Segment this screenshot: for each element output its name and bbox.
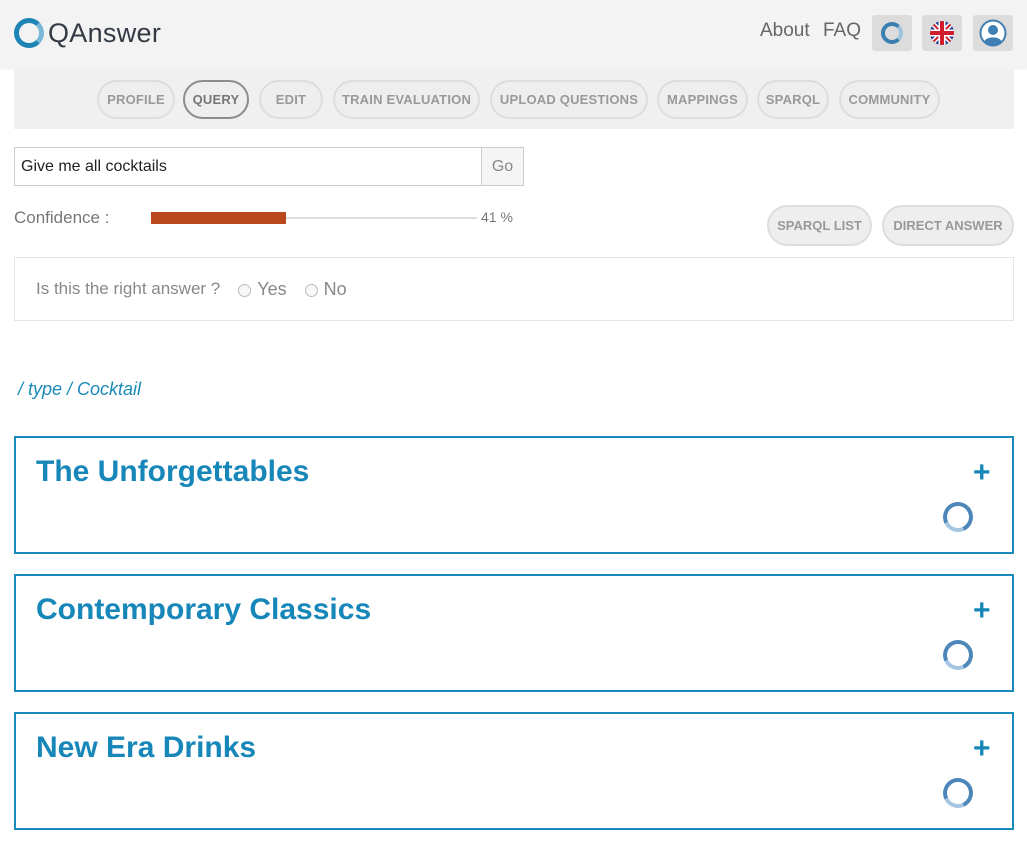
qanswer-logo-icon xyxy=(938,773,978,813)
result-card: Contemporary Classics + xyxy=(14,574,1014,692)
qanswer-logo[interactable]: QAnswer xyxy=(14,17,161,49)
tab-train-evaluation[interactable]: TRAIN EVALUATION xyxy=(333,80,480,119)
nav-about-link[interactable]: About xyxy=(760,20,810,42)
expand-plus-icon[interactable]: + xyxy=(973,458,991,488)
result-card: The Unforgettables + xyxy=(14,436,1014,554)
result-card: New Era Drinks + xyxy=(14,712,1014,830)
tab-edit[interactable]: EDIT xyxy=(259,80,323,119)
nav-faq-link[interactable]: FAQ xyxy=(823,20,861,42)
feedback-yes-option[interactable]: Yes xyxy=(238,278,287,300)
yes-radio[interactable] xyxy=(238,283,252,297)
expand-plus-icon[interactable]: + xyxy=(973,734,991,764)
confidence-label: Confidence : xyxy=(14,208,110,227)
qanswer-logo-icon xyxy=(938,635,978,675)
no-radio[interactable] xyxy=(304,283,318,297)
result-title[interactable]: New Era Drinks xyxy=(36,731,256,765)
tab-profile[interactable]: PROFILE xyxy=(97,80,175,119)
result-title[interactable]: Contemporary Classics xyxy=(36,593,371,627)
top-navbar: QAnswer About FAQ xyxy=(0,0,1027,68)
tab-sparql[interactable]: SPARQL xyxy=(757,80,829,119)
qanswer-home-button[interactable] xyxy=(872,15,912,51)
expand-plus-icon[interactable]: + xyxy=(973,596,991,626)
uk-flag-icon xyxy=(930,21,954,45)
result-title[interactable]: The Unforgettables xyxy=(36,455,309,489)
question-input[interactable] xyxy=(14,147,482,186)
tab-upload-questions[interactable]: UPLOAD QUESTIONS xyxy=(490,80,648,119)
qanswer-logo-icon xyxy=(14,18,44,48)
tab-community[interactable]: COMMUNITY xyxy=(839,80,940,119)
tab-bar: PROFILE QUERY EDIT TRAIN EVALUATION UPLO… xyxy=(14,68,1014,129)
yes-label: Yes xyxy=(257,278,287,299)
language-button[interactable] xyxy=(922,15,962,51)
tab-mappings[interactable]: MAPPINGS xyxy=(657,80,748,119)
direct-answer-button[interactable]: DIRECT ANSWER xyxy=(882,205,1014,246)
confidence-bar xyxy=(151,212,286,224)
go-button[interactable]: Go xyxy=(481,147,524,186)
sparql-list-button[interactable]: SPARQL LIST xyxy=(767,205,872,246)
feedback-question: Is this the right answer ? xyxy=(36,279,221,298)
qanswer-logo-icon xyxy=(881,22,903,44)
logo-text: QAnswer xyxy=(48,17,162,48)
user-account-button[interactable] xyxy=(973,15,1013,51)
qanswer-logo-icon xyxy=(938,497,978,537)
feedback-no-option[interactable]: No xyxy=(304,278,347,300)
confidence-value: 41 % xyxy=(481,209,513,225)
breadcrumb[interactable]: / type / Cocktail xyxy=(18,379,141,400)
no-label: No xyxy=(323,278,347,299)
answer-feedback-panel: Is this the right answer ? Yes No xyxy=(14,257,1014,321)
user-avatar-icon xyxy=(979,19,1007,47)
tab-query[interactable]: QUERY xyxy=(183,80,249,119)
